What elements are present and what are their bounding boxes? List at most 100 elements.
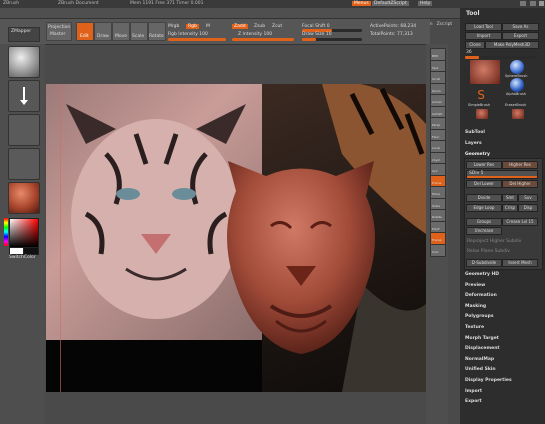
save-as-button[interactable]: Save As: [502, 23, 539, 31]
disp-toggle[interactable]: Disp: [518, 204, 538, 212]
shelf-lsym-label: LSym: [432, 157, 441, 162]
shelf-aahalf-label: AAHalf: [432, 111, 443, 116]
shelf-solo-icon[interactable]: Solo: [430, 243, 446, 257]
lower-res-button[interactable]: Lower Res: [466, 161, 502, 169]
section-preview[interactable]: Preview: [465, 283, 485, 288]
alpha-icon[interactable]: [8, 114, 40, 146]
rotate-button[interactable]: Rotate: [148, 22, 166, 41]
shelf-bpr-label: BPR: [432, 54, 438, 58]
crisp-toggle[interactable]: Crisp: [502, 204, 518, 212]
rgb-button[interactable]: Rgb: [186, 24, 199, 29]
move-button[interactable]: Move: [112, 22, 130, 41]
scale-button[interactable]: Scale: [130, 22, 148, 41]
maximize-icon[interactable]: [530, 1, 536, 6]
crease-level-slider[interactable]: Crease Lvl 15: [502, 218, 538, 226]
lightbox-button[interactable]: ZMapper: [8, 27, 40, 42]
relax-plane-subdiv[interactable]: Relax Plane Subdiv: [467, 249, 510, 254]
draw-size-slider[interactable]: [302, 38, 362, 41]
export-button[interactable]: Export: [502, 32, 539, 40]
subtool-section[interactable]: SubTool: [465, 130, 485, 135]
sdiv-slider[interactable]: SDiv 5: [466, 170, 538, 179]
stroke-icon[interactable]: [8, 80, 40, 112]
reproject-higher-subdiv[interactable]: Reproject Higher Subdiv: [467, 239, 521, 244]
alpha-brush-thumbnail[interactable]: [510, 78, 524, 92]
switch-color-button[interactable]: SwitchColor: [9, 255, 36, 260]
alpha-brush-label: AlphaBrush: [506, 92, 527, 96]
tiger-tool-thumbnail-2[interactable]: [512, 109, 524, 119]
menus-button[interactable]: Menus: [352, 1, 371, 6]
section-morph-target[interactable]: Morph Target: [465, 336, 499, 341]
section-deformation[interactable]: Deformation: [465, 293, 497, 298]
right-shelf: BPR Spix Scroll Zoom Actual AAHalf Persp Floor L…: [426, 44, 448, 424]
hue-strip[interactable]: [4, 218, 8, 246]
draw-size-label: Draw Size 10: [302, 32, 332, 37]
help-button[interactable]: Help: [418, 1, 433, 6]
rgb-intensity-slider[interactable]: [168, 38, 226, 41]
del-lower-button[interactable]: Del Lower: [466, 180, 502, 188]
higher-res-button[interactable]: Higher Res: [502, 161, 538, 169]
zadd-button[interactable]: Zadd: [232, 24, 248, 29]
document-canvas[interactable]: [46, 84, 426, 392]
z-intensity-slider[interactable]: [232, 38, 294, 41]
m-button[interactable]: M: [206, 24, 210, 29]
section-import[interactable]: Import: [465, 389, 482, 394]
make-polymesh-button[interactable]: Make PolyMesh3D: [485, 41, 539, 49]
draw-button[interactable]: Draw: [94, 22, 112, 41]
zcut-button[interactable]: Zcut: [272, 24, 282, 29]
load-tool-button[interactable]: Load Tool: [465, 23, 502, 31]
brush-icon[interactable]: [8, 46, 40, 78]
divide-button[interactable]: Divide: [466, 194, 502, 202]
tool-count: 36: [466, 50, 472, 55]
smt-toggle[interactable]: Smt: [502, 194, 518, 202]
memory-status: Mem 1191 Free 371 Timer 0.001: [130, 1, 204, 6]
crease-button[interactable]: Groups: [466, 218, 502, 226]
edit-button[interactable]: Edit: [76, 22, 94, 41]
section-displacement[interactable]: Displacement: [465, 346, 500, 351]
shelf-scale-label: Scale: [432, 203, 441, 208]
section-normalmap[interactable]: NormalMap: [465, 357, 494, 362]
insert-mesh-button[interactable]: Insert Mesh: [502, 259, 538, 267]
import-button[interactable]: Import: [465, 32, 502, 40]
shelf-actual-label: Actual: [432, 100, 442, 104]
default-script-button[interactable]: DefaultZScript: [372, 1, 409, 6]
section-display-properties[interactable]: Display Properties: [465, 378, 512, 383]
texture-icon[interactable]: [8, 148, 40, 180]
material-icon[interactable]: [8, 182, 40, 214]
sphere-brush-thumbnail[interactable]: [510, 60, 524, 74]
zsub-button[interactable]: Zsub: [254, 24, 265, 29]
section-texture[interactable]: Texture: [465, 325, 484, 330]
projection-master-button[interactable]: Projection Master: [46, 22, 72, 41]
shelf-local-label: Local: [432, 146, 440, 150]
section-geometry-hd[interactable]: Geometry HD: [465, 272, 499, 277]
section-unified-skin[interactable]: Unified Skin: [465, 367, 496, 372]
uncrease-button[interactable]: Uncrease: [466, 227, 502, 235]
sculpted-tiger-head[interactable]: [216, 156, 386, 356]
shelf-floor-label: Floor: [432, 134, 440, 139]
menu-zscript[interactable]: Zscript: [437, 22, 453, 27]
edge-loop-button[interactable]: Edge Loop: [466, 204, 502, 212]
projection-label: Projection: [48, 25, 71, 30]
layers-section[interactable]: Layers: [465, 141, 482, 146]
panel-edge-line: [60, 84, 61, 392]
sdiv-label: SDiv 5: [469, 171, 484, 176]
mrgb-button[interactable]: Mrgb: [168, 24, 179, 29]
section-export[interactable]: Export: [465, 399, 482, 404]
simple-brush-icon[interactable]: S: [474, 88, 488, 102]
tiger-tool-thumbnail[interactable]: [476, 109, 488, 119]
color-picker[interactable]: [9, 218, 39, 248]
move-label: Move: [115, 34, 128, 39]
shelf-zoom-label: Zoom: [432, 88, 441, 93]
section-masking[interactable]: Masking: [465, 304, 486, 309]
d-subdivide-button[interactable]: D-Subdivide: [466, 259, 502, 267]
tool-count-slider[interactable]: [465, 56, 537, 59]
minimize-icon[interactable]: [520, 1, 526, 6]
clone-button[interactable]: Clone: [465, 41, 485, 49]
suv-toggle[interactable]: Suv: [518, 194, 538, 202]
geometry-section[interactable]: Geometry: [465, 152, 490, 157]
tool-palette-title: Tool: [466, 10, 480, 17]
secondary-color-swatch[interactable]: [23, 247, 39, 255]
del-higher-button[interactable]: Del Higher: [502, 180, 538, 188]
section-polygroups[interactable]: Polygroups: [465, 314, 494, 319]
close-icon[interactable]: [539, 1, 544, 6]
current-tool-thumbnail[interactable]: [470, 60, 500, 84]
